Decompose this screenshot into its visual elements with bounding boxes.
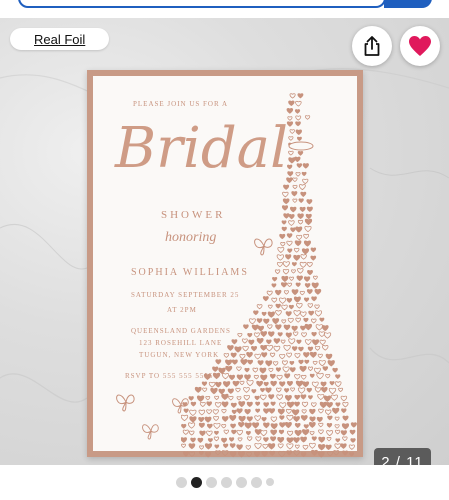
share-icon [364, 36, 380, 56]
pagination-dot[interactable] [250, 476, 262, 488]
favorite-button[interactable] [400, 26, 440, 66]
gallery-pagination [0, 475, 449, 489]
invitation-card: PLEASE JOIN US FOR A Bridal SHOWER honor… [87, 70, 363, 458]
butterfly-icon [142, 424, 159, 440]
top-bar [0, 0, 449, 18]
real-foil-badge[interactable]: Real Foil [10, 28, 110, 50]
search-button[interactable] [384, 0, 432, 8]
butterfly-icon [116, 394, 135, 412]
search-input[interactable] [18, 0, 386, 8]
pagination-dot[interactable] [175, 476, 187, 488]
butterfly-icon [254, 238, 273, 256]
heart-dress-illustration [181, 93, 357, 458]
pagination-dot[interactable] [235, 476, 247, 488]
pagination-dot[interactable] [205, 476, 217, 488]
product-image[interactable]: PLEASE JOIN US FOR A Bridal SHOWER honor… [0, 18, 449, 465]
invitation-inner: PLEASE JOIN US FOR A Bridal SHOWER honor… [93, 76, 357, 458]
butterfly-icon [172, 398, 189, 414]
pagination-dot[interactable] [265, 478, 274, 486]
real-foil-label: Real Foil [34, 31, 86, 47]
heart-icon [409, 36, 431, 56]
share-button[interactable] [352, 26, 392, 66]
image-counter-text: 2 / 11 [381, 453, 424, 466]
image-counter: 2 / 11 [374, 448, 431, 465]
pagination-dot[interactable] [190, 476, 202, 488]
pagination-dot[interactable] [220, 476, 232, 488]
